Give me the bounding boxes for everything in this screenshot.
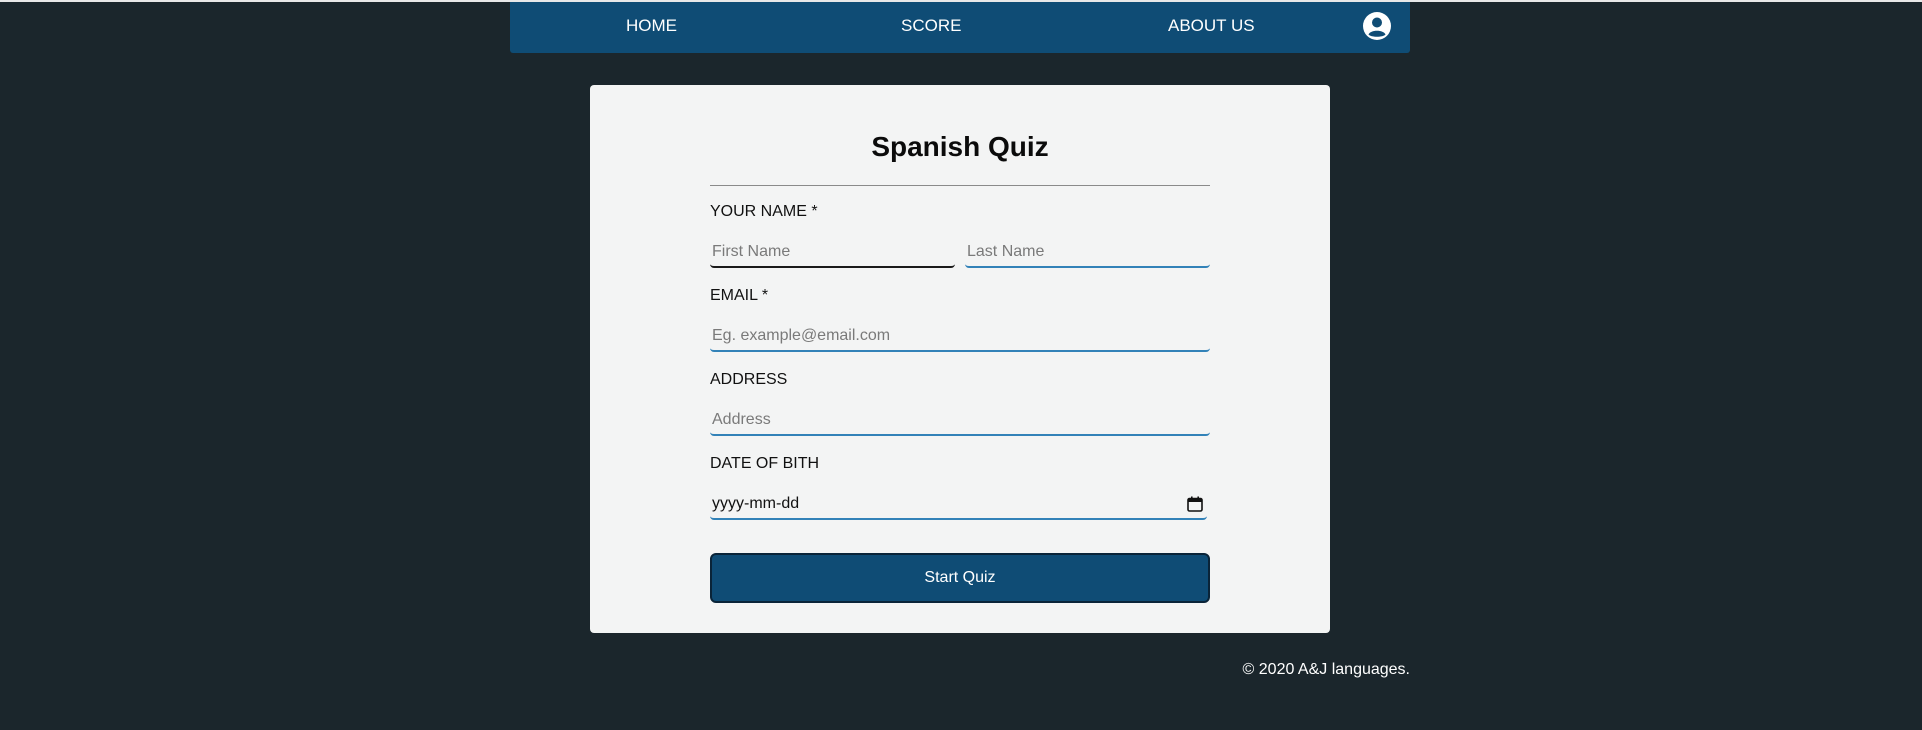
navbar: HOME SCORE ABOUT US: [510, 2, 1410, 53]
start-quiz-button[interactable]: Start Quiz: [710, 553, 1210, 603]
email-input[interactable]: [710, 322, 1210, 352]
title-divider: [710, 185, 1210, 186]
nav-score-link[interactable]: SCORE: [901, 2, 961, 53]
form-title: Spanish Quiz: [871, 131, 1049, 162]
footer-copyright: © 2020 A&J languages.: [1242, 661, 1410, 678]
first-name-input[interactable]: [710, 238, 955, 268]
email-label: EMAIL *: [710, 287, 769, 304]
address-label: ADDRESS: [710, 371, 788, 388]
last-name-input[interactable]: [965, 238, 1210, 268]
name-label: YOUR NAME *: [710, 203, 818, 220]
dob-placeholder: yyyy-mm-dd: [712, 495, 800, 512]
quiz-form-card: Spanish Quiz YOUR NAME * EMAIL * ADDRESS…: [590, 85, 1330, 633]
dob-label: DATE OF BITH: [710, 455, 820, 472]
user-circle-icon[interactable]: [1362, 11, 1392, 41]
dob-date-input[interactable]: yyyy-mm-dd: [710, 490, 1207, 520]
nav-home-link[interactable]: HOME: [626, 2, 677, 53]
calendar-icon[interactable]: [1187, 496, 1203, 512]
address-input[interactable]: [710, 406, 1210, 436]
nav-about-link[interactable]: ABOUT US: [1168, 2, 1255, 53]
